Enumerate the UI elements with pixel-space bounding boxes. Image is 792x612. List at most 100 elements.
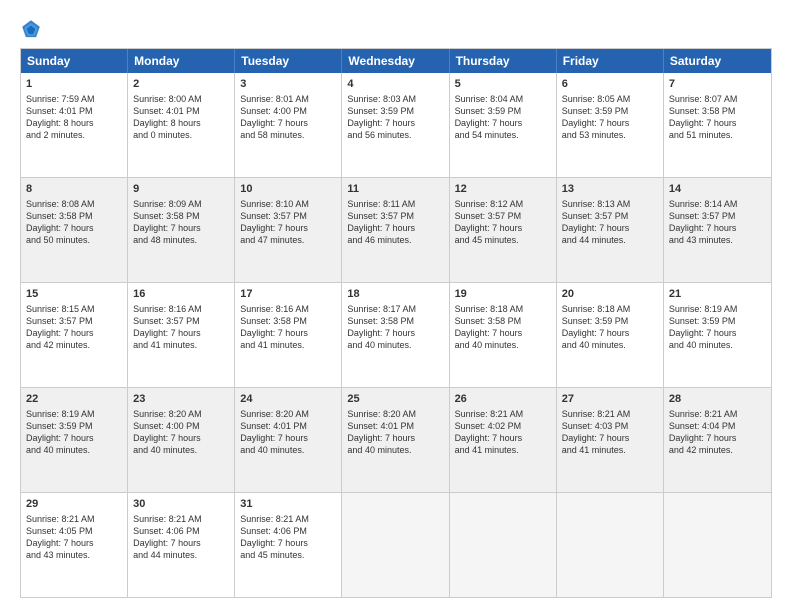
day-info: Sunrise: 8:19 AM Sunset: 3:59 PM Dayligh… <box>26 408 122 457</box>
day-cell-empty <box>342 493 449 597</box>
day-cell-3: 3Sunrise: 8:01 AM Sunset: 4:00 PM Daylig… <box>235 73 342 177</box>
day-info: Sunrise: 8:15 AM Sunset: 3:57 PM Dayligh… <box>26 303 122 352</box>
day-info: Sunrise: 8:21 AM Sunset: 4:06 PM Dayligh… <box>240 513 336 562</box>
week-row-5: 29Sunrise: 8:21 AM Sunset: 4:05 PM Dayli… <box>21 492 771 597</box>
day-cell-10: 10Sunrise: 8:10 AM Sunset: 3:57 PM Dayli… <box>235 178 342 282</box>
day-info: Sunrise: 7:59 AM Sunset: 4:01 PM Dayligh… <box>26 93 122 142</box>
day-cell-2: 2Sunrise: 8:00 AM Sunset: 4:01 PM Daylig… <box>128 73 235 177</box>
day-number: 27 <box>562 392 658 407</box>
day-cell-24: 24Sunrise: 8:20 AM Sunset: 4:01 PM Dayli… <box>235 388 342 492</box>
day-number: 24 <box>240 392 336 407</box>
day-info: Sunrise: 8:08 AM Sunset: 3:58 PM Dayligh… <box>26 198 122 247</box>
day-info: Sunrise: 8:14 AM Sunset: 3:57 PM Dayligh… <box>669 198 766 247</box>
day-number: 16 <box>133 287 229 302</box>
day-number: 13 <box>562 182 658 197</box>
day-number: 17 <box>240 287 336 302</box>
calendar-header-row: SundayMondayTuesdayWednesdayThursdayFrid… <box>21 49 771 73</box>
day-number: 18 <box>347 287 443 302</box>
day-cell-21: 21Sunrise: 8:19 AM Sunset: 3:59 PM Dayli… <box>664 283 771 387</box>
day-cell-empty <box>664 493 771 597</box>
day-number: 3 <box>240 77 336 92</box>
day-info: Sunrise: 8:07 AM Sunset: 3:58 PM Dayligh… <box>669 93 766 142</box>
week-row-1: 1Sunrise: 7:59 AM Sunset: 4:01 PM Daylig… <box>21 73 771 177</box>
day-info: Sunrise: 8:09 AM Sunset: 3:58 PM Dayligh… <box>133 198 229 247</box>
day-info: Sunrise: 8:16 AM Sunset: 3:58 PM Dayligh… <box>240 303 336 352</box>
day-cell-empty <box>450 493 557 597</box>
day-cell-14: 14Sunrise: 8:14 AM Sunset: 3:57 PM Dayli… <box>664 178 771 282</box>
day-cell-31: 31Sunrise: 8:21 AM Sunset: 4:06 PM Dayli… <box>235 493 342 597</box>
day-number: 14 <box>669 182 766 197</box>
week-row-4: 22Sunrise: 8:19 AM Sunset: 3:59 PM Dayli… <box>21 387 771 492</box>
day-header-wednesday: Wednesday <box>342 49 449 73</box>
day-cell-23: 23Sunrise: 8:20 AM Sunset: 4:00 PM Dayli… <box>128 388 235 492</box>
day-number: 29 <box>26 497 122 512</box>
day-cell-28: 28Sunrise: 8:21 AM Sunset: 4:04 PM Dayli… <box>664 388 771 492</box>
day-cell-9: 9Sunrise: 8:09 AM Sunset: 3:58 PM Daylig… <box>128 178 235 282</box>
day-cell-18: 18Sunrise: 8:17 AM Sunset: 3:58 PM Dayli… <box>342 283 449 387</box>
day-number: 7 <box>669 77 766 92</box>
day-info: Sunrise: 8:20 AM Sunset: 4:00 PM Dayligh… <box>133 408 229 457</box>
week-row-3: 15Sunrise: 8:15 AM Sunset: 3:57 PM Dayli… <box>21 282 771 387</box>
day-info: Sunrise: 8:18 AM Sunset: 3:59 PM Dayligh… <box>562 303 658 352</box>
day-number: 8 <box>26 182 122 197</box>
day-info: Sunrise: 8:13 AM Sunset: 3:57 PM Dayligh… <box>562 198 658 247</box>
day-number: 20 <box>562 287 658 302</box>
day-cell-11: 11Sunrise: 8:11 AM Sunset: 3:57 PM Dayli… <box>342 178 449 282</box>
day-number: 4 <box>347 77 443 92</box>
day-info: Sunrise: 8:17 AM Sunset: 3:58 PM Dayligh… <box>347 303 443 352</box>
day-info: Sunrise: 8:10 AM Sunset: 3:57 PM Dayligh… <box>240 198 336 247</box>
day-cell-29: 29Sunrise: 8:21 AM Sunset: 4:05 PM Dayli… <box>21 493 128 597</box>
day-cell-17: 17Sunrise: 8:16 AM Sunset: 3:58 PM Dayli… <box>235 283 342 387</box>
day-cell-16: 16Sunrise: 8:16 AM Sunset: 3:57 PM Dayli… <box>128 283 235 387</box>
calendar-body: 1Sunrise: 7:59 AM Sunset: 4:01 PM Daylig… <box>21 73 771 597</box>
day-info: Sunrise: 8:20 AM Sunset: 4:01 PM Dayligh… <box>347 408 443 457</box>
day-cell-4: 4Sunrise: 8:03 AM Sunset: 3:59 PM Daylig… <box>342 73 449 177</box>
day-cell-empty <box>557 493 664 597</box>
day-cell-15: 15Sunrise: 8:15 AM Sunset: 3:57 PM Dayli… <box>21 283 128 387</box>
day-number: 1 <box>26 77 122 92</box>
day-cell-13: 13Sunrise: 8:13 AM Sunset: 3:57 PM Dayli… <box>557 178 664 282</box>
day-number: 6 <box>562 77 658 92</box>
day-number: 26 <box>455 392 551 407</box>
day-number: 23 <box>133 392 229 407</box>
day-number: 10 <box>240 182 336 197</box>
day-cell-30: 30Sunrise: 8:21 AM Sunset: 4:06 PM Dayli… <box>128 493 235 597</box>
day-cell-1: 1Sunrise: 7:59 AM Sunset: 4:01 PM Daylig… <box>21 73 128 177</box>
page: SundayMondayTuesdayWednesdayThursdayFrid… <box>0 0 792 612</box>
day-number: 28 <box>669 392 766 407</box>
day-info: Sunrise: 8:21 AM Sunset: 4:05 PM Dayligh… <box>26 513 122 562</box>
day-cell-19: 19Sunrise: 8:18 AM Sunset: 3:58 PM Dayli… <box>450 283 557 387</box>
day-cell-7: 7Sunrise: 8:07 AM Sunset: 3:58 PM Daylig… <box>664 73 771 177</box>
day-info: Sunrise: 8:12 AM Sunset: 3:57 PM Dayligh… <box>455 198 551 247</box>
day-number: 5 <box>455 77 551 92</box>
day-number: 21 <box>669 287 766 302</box>
day-header-monday: Monday <box>128 49 235 73</box>
day-info: Sunrise: 8:11 AM Sunset: 3:57 PM Dayligh… <box>347 198 443 247</box>
day-info: Sunrise: 8:03 AM Sunset: 3:59 PM Dayligh… <box>347 93 443 142</box>
day-header-saturday: Saturday <box>664 49 771 73</box>
day-cell-6: 6Sunrise: 8:05 AM Sunset: 3:59 PM Daylig… <box>557 73 664 177</box>
day-info: Sunrise: 8:21 AM Sunset: 4:06 PM Dayligh… <box>133 513 229 562</box>
day-header-thursday: Thursday <box>450 49 557 73</box>
day-header-sunday: Sunday <box>21 49 128 73</box>
day-cell-25: 25Sunrise: 8:20 AM Sunset: 4:01 PM Dayli… <box>342 388 449 492</box>
day-number: 25 <box>347 392 443 407</box>
calendar: SundayMondayTuesdayWednesdayThursdayFrid… <box>20 48 772 598</box>
day-info: Sunrise: 8:18 AM Sunset: 3:58 PM Dayligh… <box>455 303 551 352</box>
day-info: Sunrise: 8:19 AM Sunset: 3:59 PM Dayligh… <box>669 303 766 352</box>
day-number: 12 <box>455 182 551 197</box>
day-number: 11 <box>347 182 443 197</box>
day-cell-27: 27Sunrise: 8:21 AM Sunset: 4:03 PM Dayli… <box>557 388 664 492</box>
day-info: Sunrise: 8:00 AM Sunset: 4:01 PM Dayligh… <box>133 93 229 142</box>
day-info: Sunrise: 8:21 AM Sunset: 4:04 PM Dayligh… <box>669 408 766 457</box>
day-number: 31 <box>240 497 336 512</box>
day-header-tuesday: Tuesday <box>235 49 342 73</box>
day-header-friday: Friday <box>557 49 664 73</box>
day-info: Sunrise: 8:21 AM Sunset: 4:03 PM Dayligh… <box>562 408 658 457</box>
day-info: Sunrise: 8:01 AM Sunset: 4:00 PM Dayligh… <box>240 93 336 142</box>
day-cell-12: 12Sunrise: 8:12 AM Sunset: 3:57 PM Dayli… <box>450 178 557 282</box>
logo <box>20 18 46 40</box>
day-cell-20: 20Sunrise: 8:18 AM Sunset: 3:59 PM Dayli… <box>557 283 664 387</box>
day-info: Sunrise: 8:04 AM Sunset: 3:59 PM Dayligh… <box>455 93 551 142</box>
day-cell-5: 5Sunrise: 8:04 AM Sunset: 3:59 PM Daylig… <box>450 73 557 177</box>
